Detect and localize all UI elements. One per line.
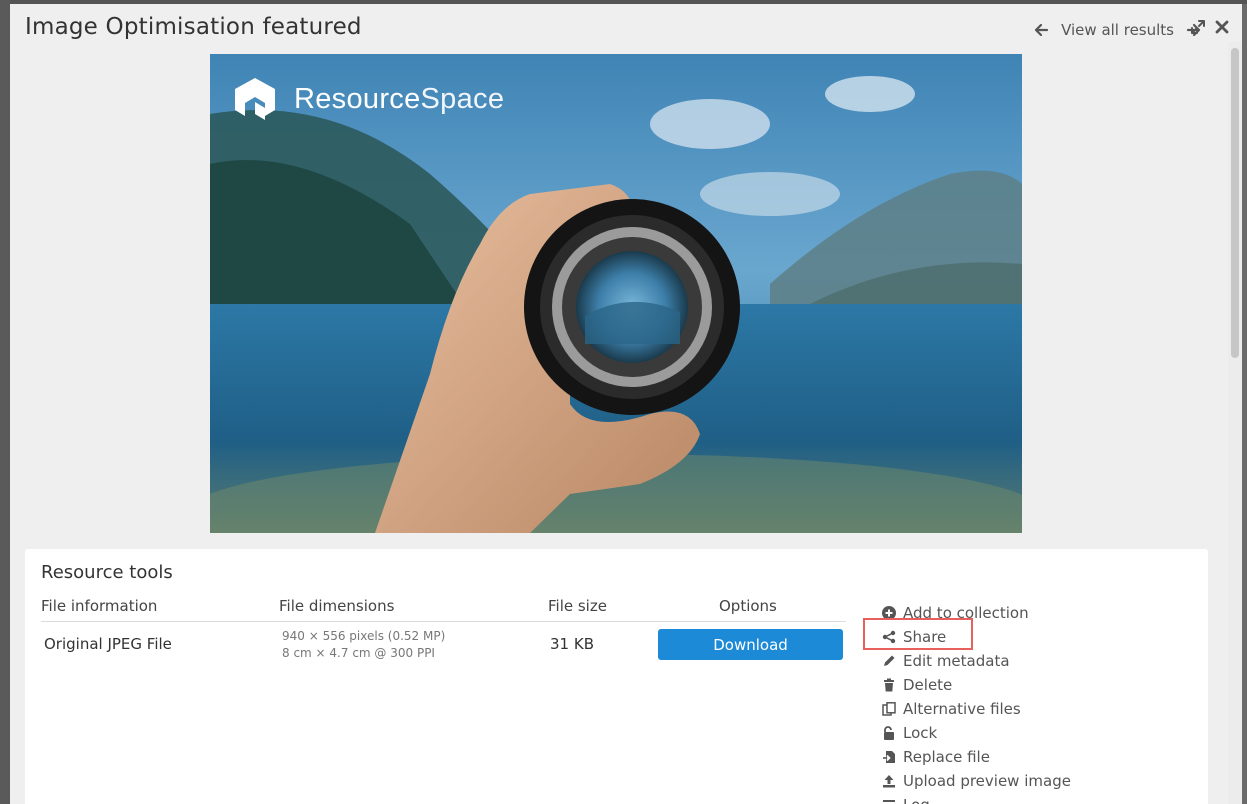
unlock-icon [882,726,896,740]
action-label: Delete [903,676,953,694]
expand-icon[interactable] [1190,18,1206,36]
arrow-left-icon[interactable] [1031,20,1051,40]
action-label: Edit metadata [903,652,1010,670]
resourcespace-logo-icon [235,78,275,120]
brand-name-part1: Resource [294,82,421,115]
column-header-file-dimensions: File dimensions [279,597,395,615]
action-label: Upload preview image [903,772,1071,790]
replace-file-icon [882,750,896,764]
close-icon[interactable] [1214,18,1230,36]
upload-icon [882,774,896,788]
resource-modal: Image Optimisation featured View all res… [10,4,1242,804]
table-header: File information File dimensions File si… [41,597,846,622]
view-all-results-link[interactable]: View all results [1061,21,1174,39]
pencil-icon [882,654,896,668]
resource-tools-panel: Resource tools File information File dim… [25,549,1208,804]
dimensions-print: 8 cm × 4.7 cm @ 300 PPI [282,646,435,660]
page-title: Image Optimisation featured [25,14,362,40]
window-controls [1190,18,1230,36]
column-header-options: Options [719,597,777,615]
action-label: Replace file [903,748,990,766]
file-table: File information File dimensions File si… [41,597,846,670]
file-size-cell: 31 KB [550,635,594,653]
action-label: Alternative files [903,700,1021,718]
edit-metadata-action[interactable]: Edit metadata [882,649,1071,673]
log-action[interactable]: Log [882,793,1071,804]
scrollbar[interactable] [1228,42,1242,804]
resource-preview-image[interactable]: ResourceSpace [210,54,1022,533]
download-button[interactable]: Download [658,629,843,660]
resource-tools-heading: Resource tools [41,562,173,583]
alternative-files-action[interactable]: Alternative files [882,697,1071,721]
upload-preview-image-action[interactable]: Upload preview image [882,769,1071,793]
scrollbar-thumb[interactable] [1231,48,1239,358]
lock-action[interactable]: Lock [882,721,1071,745]
replace-file-action[interactable]: Replace file [882,745,1071,769]
delete-action[interactable]: Delete [882,673,1071,697]
table-row: Original JPEG File 940 × 556 pixels (0.5… [41,622,846,670]
backdrop-left [0,0,10,804]
list-icon [882,798,896,804]
result-navigation: View all results [1031,18,1204,42]
dimensions-pixels: 940 × 556 pixels (0.52 MP) [282,629,446,643]
copy-icon [882,702,896,716]
brand-name-part2: Space [420,82,505,115]
resourcespace-logo: ResourceSpace [232,76,504,122]
preview-photo [210,54,1022,533]
file-info-cell: Original JPEG File [44,635,172,653]
action-label: Log [903,796,930,804]
file-dimensions-cell: 940 × 556 pixels (0.52 MP) 8 cm × 4.7 cm… [282,628,445,662]
column-header-file-information: File information [41,597,158,615]
trash-icon [882,678,896,692]
share-highlight-box [863,618,973,650]
action-label: Lock [903,724,938,742]
column-header-file-size: File size [548,597,607,615]
